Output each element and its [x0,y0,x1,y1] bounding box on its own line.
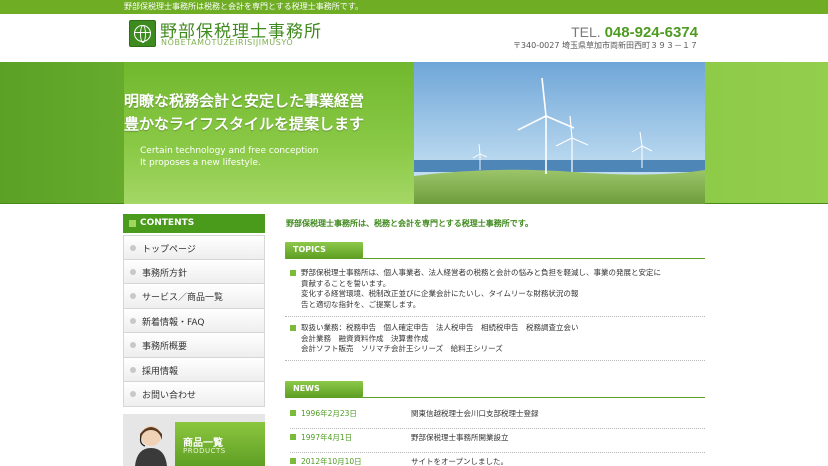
news-date: 2012年10月10日 [301,457,362,466]
hero-english-2: It proposes a new lifestyle. [140,158,261,168]
top-tagline: 野部保税理士事務所は税務と会計を専門とする税理士事務所です。 [124,2,363,11]
address: 〒340-0027 埼玉県草加市両新田西町３９３－１７ [512,41,698,50]
bullet-square-icon [290,410,296,416]
globe-logo-icon[interactable] [129,20,156,47]
news-divider [285,397,705,398]
sidebar-item-policy[interactable]: 事務所方針 [123,259,265,284]
bullet-square-icon [290,270,296,276]
office-name-roman: NOBETAMOTUZEIRISIJIMUSYO [161,38,294,47]
topic-line: 会計ソフト販売 ソリマチ会計王シリーズ 給料王シリーズ [301,344,503,353]
topics-heading: TOPICS [285,242,363,258]
hero-english-1: Certain technology and free conception [140,146,319,156]
intro-text: 野部保税理士事務所は、税務と会計を専門とする税理士事務所です。 [286,219,533,228]
sidebar-menu: トップページ 事務所方針 サービス／商品一覧 新着情報・FAQ 事務所概要 採用… [123,235,265,407]
news-text: 野部保税理士事務所開業設立 [411,433,509,442]
news-date: 1996年2月23日 [301,409,357,418]
bullet-square-icon [290,325,296,331]
topic-item: 野部保税理士事務所は、個人事業者、法人経営者の税務と会計の悩みと負担を軽減し、事… [290,268,700,310]
top-bar: 野部保税理士事務所は税務と会計を専門とする税理士事務所です。 [0,0,828,14]
sidebar-item-news-faq[interactable]: 新着情報・FAQ [123,308,265,333]
bullet-square-icon [290,434,296,440]
operator-photo [135,426,167,466]
phone-number: TEL. 048-924-6374 [571,24,698,41]
news-item[interactable]: 1996年2月23日 関東信越税理士会川口支部税理士登録 [290,405,705,429]
news-item[interactable]: 1997年4月1日 野部保税理士事務所開業設立 [290,429,705,453]
topic-line: 取扱い業務：税務申告 個人確定申告 法人税申告 相続税申告 税務調査立会い [301,323,579,332]
divider [285,316,705,317]
topics-divider [285,258,705,259]
topic-line: 野部保税理士事務所は、個人事業者、法人経営者の税務と会計の悩みと負担を軽減し、事… [301,268,661,277]
news-text: サイトをオープンしました。 [411,457,509,466]
news-heading: NEWS [285,381,363,397]
products-banner[interactable]: 商品一覧 PRODUCTS [123,414,265,466]
hero-headline-2: 豊かなライフスタイルを提案します [124,115,365,133]
topic-line: 会計業務 融資資料作成 決算書作成 [301,333,429,343]
topic-item: 取扱い業務：税務申告 個人確定申告 法人税申告 相続税申告 税務調査立会い 会計… [290,323,700,355]
topic-line: 変化する経営環境、税制改正並びに企業会計にたいし、タイムリーな財務状況の報 [301,289,579,298]
tel-number: 048-924-6374 [604,24,698,41]
sidebar-item-about[interactable]: 事務所概要 [123,333,265,358]
news-date: 1997年4月1日 [301,433,353,442]
sidebar-item-top[interactable]: トップページ [123,235,265,260]
divider [285,360,705,361]
products-banner-subtitle: PRODUCTS [183,447,226,455]
topic-line: 貢献することを誓います。 [301,278,391,288]
sidebar-item-contact[interactable]: お問い合わせ [123,382,265,407]
tel-label: TEL. [571,24,601,40]
sidebar-item-recruit[interactable]: 採用情報 [123,357,265,382]
topic-line: 告と適切な指針を、ご提案します。 [301,299,421,309]
news-text: 関東信越税理士会川口支部税理士登録 [411,409,539,418]
wind-turbine-photo [414,62,705,204]
news-item[interactable]: 2012年10月10日 サイトをオープンしました。 [290,453,705,466]
sidebar-title: CONTENTS [123,214,265,233]
bullet-square-icon [290,458,296,464]
sidebar-item-services[interactable]: サービス／商品一覧 [123,284,265,309]
hero-headline-1: 明瞭な税務会計と安定した事業経営 [124,92,365,110]
